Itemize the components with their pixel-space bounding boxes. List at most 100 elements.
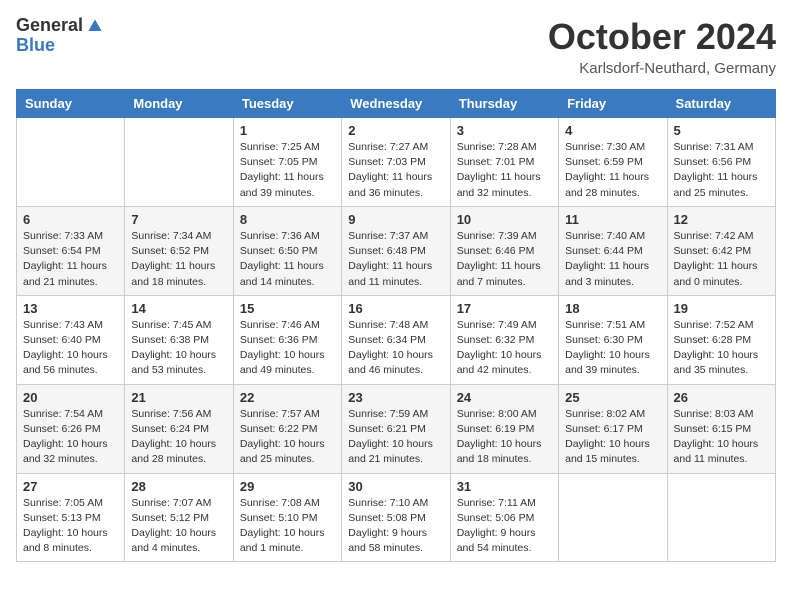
calendar-cell: 27Sunrise: 7:05 AM Sunset: 5:13 PM Dayli… <box>17 473 125 562</box>
calendar-header-cell: Monday <box>125 90 233 118</box>
day-number: 11 <box>565 212 660 227</box>
day-detail: Sunrise: 7:08 AM Sunset: 5:10 PM Dayligh… <box>240 496 335 557</box>
day-number: 16 <box>348 301 443 316</box>
day-detail: Sunrise: 7:10 AM Sunset: 5:08 PM Dayligh… <box>348 496 443 557</box>
day-number: 23 <box>348 390 443 405</box>
day-detail: Sunrise: 7:43 AM Sunset: 6:40 PM Dayligh… <box>23 318 118 379</box>
calendar-header-cell: Tuesday <box>233 90 341 118</box>
day-number: 29 <box>240 479 335 494</box>
day-number: 14 <box>131 301 226 316</box>
calendar-cell: 16Sunrise: 7:48 AM Sunset: 6:34 PM Dayli… <box>342 295 450 384</box>
day-number: 25 <box>565 390 660 405</box>
day-detail: Sunrise: 8:00 AM Sunset: 6:19 PM Dayligh… <box>457 407 552 468</box>
day-detail: Sunrise: 7:54 AM Sunset: 6:26 PM Dayligh… <box>23 407 118 468</box>
day-detail: Sunrise: 7:31 AM Sunset: 6:56 PM Dayligh… <box>674 140 769 201</box>
day-detail: Sunrise: 7:27 AM Sunset: 7:03 PM Dayligh… <box>348 140 443 201</box>
calendar-week-row: 1Sunrise: 7:25 AM Sunset: 7:05 PM Daylig… <box>17 118 776 207</box>
calendar-cell: 18 Sunrise: 7:51 AM Sunset: 6:30 PM Dayli… <box>559 295 667 384</box>
day-detail: Sunrise: 7:49 AM Sunset: 6:32 PM Dayligh… <box>457 318 552 379</box>
day-detail: Sunrise: 7:37 AM Sunset: 6:48 PM Dayligh… <box>348 229 443 290</box>
day-number: 27 <box>23 479 118 494</box>
calendar-cell: 20Sunrise: 7:54 AM Sunset: 6:26 PM Dayli… <box>17 384 125 473</box>
day-detail: Sunrise: 7:07 AM Sunset: 5:12 PM Dayligh… <box>131 496 226 557</box>
calendar-cell: 23 Sunrise: 7:59 AM Sunset: 6:21 PM Dayli… <box>342 384 450 473</box>
day-number: 26 <box>674 390 769 405</box>
calendar-cell: 19 Sunrise: 7:52 AM Sunset: 6:28 PM Dayli… <box>667 295 775 384</box>
day-number: 8 <box>240 212 335 227</box>
calendar-header-cell: Wednesday <box>342 90 450 118</box>
day-detail: Sunrise: 7:39 AM Sunset: 6:46 PM Dayligh… <box>457 229 552 290</box>
day-detail: Sunrise: 7:46 AM Sunset: 6:36 PM Dayligh… <box>240 318 335 379</box>
day-detail: Sunrise: 7:51 AM Sunset: 6:30 PM Dayligh… <box>565 318 660 379</box>
location-title: Karlsdorf-Neuthard, Germany <box>548 60 776 77</box>
day-detail: Sunrise: 8:02 AM Sunset: 6:17 PM Dayligh… <box>565 407 660 468</box>
day-number: 3 <box>457 123 552 138</box>
logo-icon <box>85 16 105 36</box>
day-detail: Sunrise: 7:30 AM Sunset: 6:59 PM Dayligh… <box>565 140 660 201</box>
calendar-cell: 4 Sunrise: 7:30 AM Sunset: 6:59 PM Daylig… <box>559 118 667 207</box>
day-detail: Sunrise: 7:40 AM Sunset: 6:44 PM Dayligh… <box>565 229 660 290</box>
calendar-cell: 14 Sunrise: 7:45 AM Sunset: 6:38 PM Dayli… <box>125 295 233 384</box>
day-number: 30 <box>348 479 443 494</box>
day-number: 4 <box>565 123 660 138</box>
title-area: October 2024 Karlsdorf-Neuthard, Germany <box>548 16 776 77</box>
calendar-cell: 5 Sunrise: 7:31 AM Sunset: 6:56 PM Daylig… <box>667 118 775 207</box>
day-detail: Sunrise: 7:25 AM Sunset: 7:05 PM Dayligh… <box>240 140 335 201</box>
day-detail: Sunrise: 7:52 AM Sunset: 6:28 PM Dayligh… <box>674 318 769 379</box>
logo-blue: Blue <box>16 35 55 55</box>
day-number: 5 <box>674 123 769 138</box>
day-number: 9 <box>348 212 443 227</box>
day-detail: Sunrise: 7:34 AM Sunset: 6:52 PM Dayligh… <box>131 229 226 290</box>
calendar-cell: 30 Sunrise: 7:10 AM Sunset: 5:08 PM Dayli… <box>342 473 450 562</box>
calendar-body: 1Sunrise: 7:25 AM Sunset: 7:05 PM Daylig… <box>17 118 776 562</box>
calendar-cell: 6Sunrise: 7:33 AM Sunset: 6:54 PM Daylig… <box>17 206 125 295</box>
calendar-header-cell: Thursday <box>450 90 558 118</box>
day-number: 17 <box>457 301 552 316</box>
calendar-cell: 25 Sunrise: 8:02 AM Sunset: 6:17 PM Dayli… <box>559 384 667 473</box>
calendar-cell <box>17 118 125 207</box>
calendar-cell: 11 Sunrise: 7:40 AM Sunset: 6:44 PM Dayli… <box>559 206 667 295</box>
calendar-week-row: 13 Sunrise: 7:43 AM Sunset: 6:40 PM Dayli… <box>17 295 776 384</box>
day-detail: Sunrise: 7:56 AM Sunset: 6:24 PM Dayligh… <box>131 407 226 468</box>
day-number: 28 <box>131 479 226 494</box>
header: General Blue October 2024 Karlsdorf-Neut… <box>16 16 776 77</box>
calendar-cell: 31 Sunrise: 7:11 AM Sunset: 5:06 PM Dayli… <box>450 473 558 562</box>
calendar-cell: 17 Sunrise: 7:49 AM Sunset: 6:32 PM Dayli… <box>450 295 558 384</box>
calendar-cell <box>559 473 667 562</box>
day-number: 10 <box>457 212 552 227</box>
day-number: 6 <box>23 212 118 227</box>
calendar-week-row: 27Sunrise: 7:05 AM Sunset: 5:13 PM Dayli… <box>17 473 776 562</box>
calendar-week-row: 6Sunrise: 7:33 AM Sunset: 6:54 PM Daylig… <box>17 206 776 295</box>
day-number: 24 <box>457 390 552 405</box>
day-detail: Sunrise: 7:42 AM Sunset: 6:42 PM Dayligh… <box>674 229 769 290</box>
calendar-cell: 15Sunrise: 7:46 AM Sunset: 6:36 PM Dayli… <box>233 295 341 384</box>
calendar-cell: 3Sunrise: 7:28 AM Sunset: 7:01 PM Daylig… <box>450 118 558 207</box>
calendar-cell: 7 Sunrise: 7:34 AM Sunset: 6:52 PM Daylig… <box>125 206 233 295</box>
logo: General Blue <box>16 16 105 56</box>
calendar-header-cell: Friday <box>559 90 667 118</box>
calendar-header-cell: Sunday <box>17 90 125 118</box>
day-number: 13 <box>23 301 118 316</box>
calendar-cell: 26 Sunrise: 8:03 AM Sunset: 6:15 PM Dayli… <box>667 384 775 473</box>
day-number: 12 <box>674 212 769 227</box>
day-detail: Sunrise: 7:59 AM Sunset: 6:21 PM Dayligh… <box>348 407 443 468</box>
calendar-week-row: 20Sunrise: 7:54 AM Sunset: 6:26 PM Dayli… <box>17 384 776 473</box>
day-number: 7 <box>131 212 226 227</box>
calendar-cell: 21 Sunrise: 7:56 AM Sunset: 6:24 PM Dayli… <box>125 384 233 473</box>
day-detail: Sunrise: 8:03 AM Sunset: 6:15 PM Dayligh… <box>674 407 769 468</box>
calendar-cell: 24 Sunrise: 8:00 AM Sunset: 6:19 PM Dayli… <box>450 384 558 473</box>
day-number: 19 <box>674 301 769 316</box>
day-detail: Sunrise: 7:57 AM Sunset: 6:22 PM Dayligh… <box>240 407 335 468</box>
calendar-table: SundayMondayTuesdayWednesdayThursdayFrid… <box>16 89 776 562</box>
day-detail: Sunrise: 7:11 AM Sunset: 5:06 PM Dayligh… <box>457 496 552 557</box>
calendar-header-row: SundayMondayTuesdayWednesdayThursdayFrid… <box>17 90 776 118</box>
calendar-cell: 1Sunrise: 7:25 AM Sunset: 7:05 PM Daylig… <box>233 118 341 207</box>
day-number: 18 <box>565 301 660 316</box>
day-detail: Sunrise: 7:45 AM Sunset: 6:38 PM Dayligh… <box>131 318 226 379</box>
logo-general: General <box>16 16 83 36</box>
day-number: 21 <box>131 390 226 405</box>
month-title: October 2024 <box>548 16 776 58</box>
day-number: 31 <box>457 479 552 494</box>
calendar-cell: 12 Sunrise: 7:42 AM Sunset: 6:42 PM Dayli… <box>667 206 775 295</box>
day-number: 22 <box>240 390 335 405</box>
